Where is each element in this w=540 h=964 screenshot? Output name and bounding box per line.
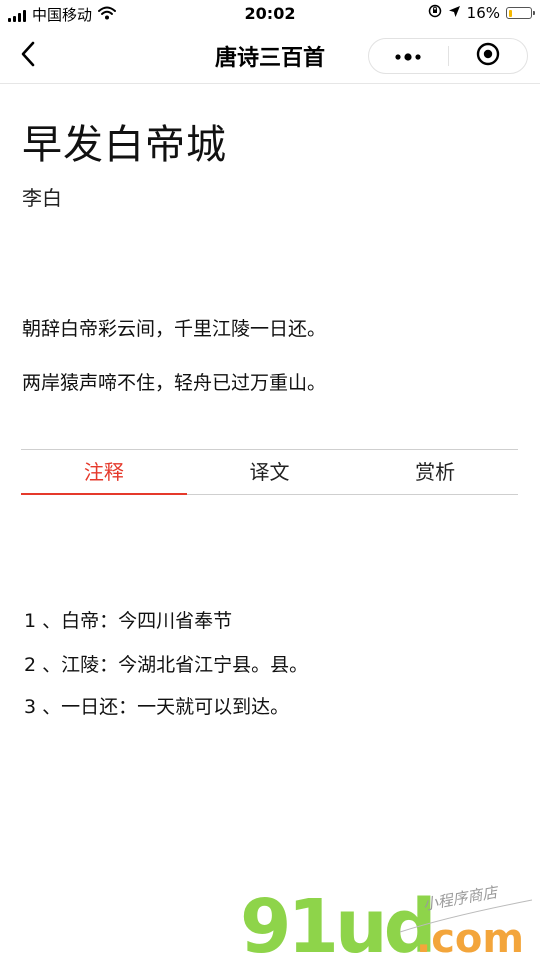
svg-text:91ud: 91ud xyxy=(240,884,433,960)
poem-line: 朝辞白帝彩云间，千里江陵一日还。 xyxy=(22,318,327,340)
poem-title: 早发白帝城 xyxy=(22,122,227,168)
target-circle-icon xyxy=(476,42,500,70)
mini-program-capsule xyxy=(368,38,528,74)
more-dots-icon xyxy=(394,47,422,66)
orientation-lock-icon xyxy=(428,4,442,22)
watermark-logo: 91ud .com 小程序商店 xyxy=(240,880,536,964)
poem-author: 李白 xyxy=(22,186,62,210)
close-button[interactable] xyxy=(449,39,528,73)
tab-bar: 注释 译文 赏析 xyxy=(21,449,518,495)
note-item: 3 、一日还：一天就可以到达。 xyxy=(24,696,290,718)
note-item: 1 、白帝：今四川省奉节 xyxy=(24,610,233,632)
nav-bar: 唐诗三百首 xyxy=(0,28,540,84)
poem-line: 两岸猿声啼不住，轻舟已过万重山。 xyxy=(22,372,327,394)
status-right: 16% xyxy=(428,4,535,22)
status-bar: 中国移动 20:02 16% xyxy=(0,0,540,28)
note-item: 2 、江陵：今湖北省江宁县。县。 xyxy=(24,654,309,676)
battery-cap xyxy=(533,11,535,15)
tab-appreciation[interactable]: 赏析 xyxy=(352,450,518,494)
tab-annotations[interactable]: 注释 xyxy=(21,450,187,495)
battery-percent: 16% xyxy=(466,4,500,22)
location-icon xyxy=(448,4,461,22)
more-button[interactable] xyxy=(369,39,448,73)
battery-fill xyxy=(508,9,512,17)
battery-icon xyxy=(506,7,535,19)
tab-translation[interactable]: 译文 xyxy=(187,450,353,494)
